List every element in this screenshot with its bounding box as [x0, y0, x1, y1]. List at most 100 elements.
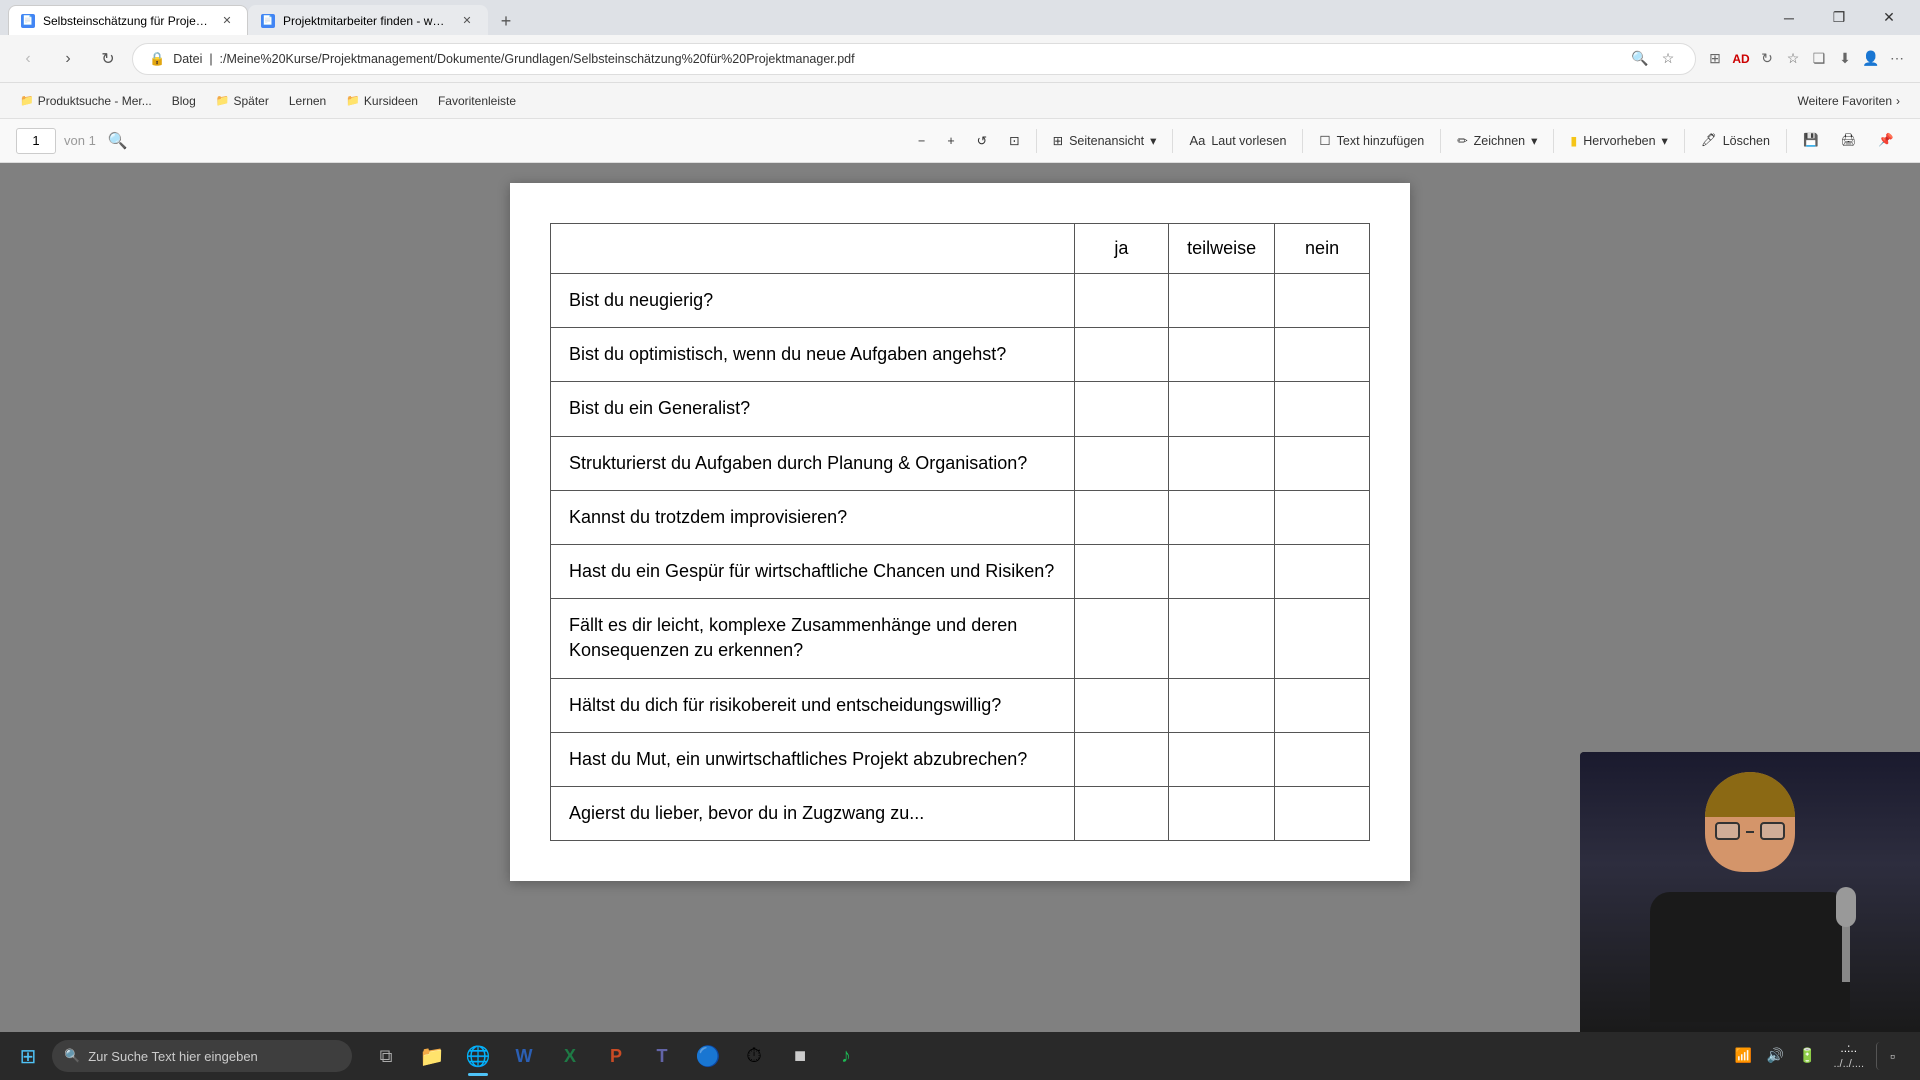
- search-placeholder: Zur Suche Text hier eingeben: [88, 1049, 258, 1064]
- tab-close-2[interactable]: ✕: [459, 13, 475, 29]
- question-cell: Bist du optimistisch, wenn du neue Aufga…: [551, 328, 1075, 382]
- download-icon[interactable]: ⬇: [1834, 48, 1856, 70]
- bookmark-weitere[interactable]: Weitere Favoriten ›: [1790, 88, 1908, 114]
- tray-battery[interactable]: 🔋: [1793, 1042, 1821, 1070]
- taskbar-app-clock[interactable]: ⏱: [732, 1034, 776, 1078]
- pdf-save-button[interactable]: 💾: [1793, 126, 1829, 156]
- pdf-zoom-plus-button[interactable]: +: [937, 126, 964, 156]
- clock-display[interactable]: ..:.. ../../....: [1825, 1037, 1872, 1075]
- taskbar-app-unknown1[interactable]: ■: [778, 1034, 822, 1078]
- pdf-highlight-button[interactable]: ▮ Hervorheben ▾: [1560, 126, 1677, 156]
- pdf-rotate-button[interactable]: ↺: [967, 126, 997, 156]
- pdf-add-text-label: Text hinzufügen: [1337, 134, 1425, 148]
- pdf-divider-5: [1553, 129, 1554, 153]
- pdf-fit-button[interactable]: ⊡: [999, 126, 1029, 156]
- pdf-divider-7: [1786, 129, 1787, 153]
- answer-teilweise: [1169, 274, 1275, 328]
- mic-head: [1836, 887, 1856, 927]
- quiz-table: ja teilweise nein Bist du neugierig? Bis…: [550, 223, 1370, 841]
- collections-icon[interactable]: ❏: [1808, 48, 1830, 70]
- person-hair: [1705, 772, 1795, 817]
- bookmarks-bar: 📁 Produktsuche - Mer... Blog 📁 Später Le…: [0, 83, 1920, 119]
- answer-nein: [1275, 544, 1370, 598]
- table-row: Agierst du lieber, bevor du in Zugzwang …: [551, 786, 1370, 840]
- address-icons: 🔍 ☆: [1629, 48, 1679, 70]
- pdf-page-input[interactable]: [16, 128, 56, 154]
- close-button[interactable]: ✕: [1866, 2, 1912, 34]
- tab-active[interactable]: 📄 Selbsteinschätzung für Projektm... ✕: [8, 5, 248, 35]
- favorites-icon[interactable]: ☆: [1782, 48, 1804, 70]
- question-cell: Agierst du lieber, bevor du in Zugzwang …: [551, 786, 1075, 840]
- answer-teilweise: [1169, 436, 1275, 490]
- pdf-read-aloud-button[interactable]: Aa Laut vorlesen: [1179, 126, 1296, 156]
- pdf-draw-label: Zeichnen: [1474, 134, 1525, 148]
- add-tab-button[interactable]: +: [492, 7, 520, 35]
- taskbar-app-powerpoint[interactable]: P: [594, 1034, 638, 1078]
- bookmark-kursideen[interactable]: 📁 Kursideen: [338, 88, 426, 114]
- excel-icon: X: [564, 1046, 576, 1067]
- taskbar-search[interactable]: 🔍 Zur Suche Text hier eingeben: [52, 1040, 352, 1072]
- ad-block-icon[interactable]: AD: [1730, 48, 1752, 70]
- bookmark-label: Favoritenleiste: [438, 94, 516, 108]
- read-aloud-icon: Aa: [1189, 133, 1205, 148]
- taskbar-app-word[interactable]: W: [502, 1034, 546, 1078]
- search-icon[interactable]: 🔍: [1629, 48, 1651, 70]
- taskbar-app-teams[interactable]: T: [640, 1034, 684, 1078]
- browser-frame: 📄 Selbsteinschätzung für Projektm... ✕ 📄…: [0, 0, 1920, 1080]
- address-input[interactable]: 🔒 Datei | :/Meine%20Kurse/Projektmanagem…: [132, 43, 1696, 75]
- start-button[interactable]: ⊞: [8, 1036, 48, 1076]
- pdf-read-aloud-label: Laut vorlesen: [1211, 134, 1286, 148]
- answer-ja: [1074, 678, 1168, 732]
- taskbar-app-explorer[interactable]: 📁: [410, 1034, 454, 1078]
- answer-teilweise: [1169, 490, 1275, 544]
- bookmark-icon: 📁: [20, 94, 34, 107]
- profile-icon[interactable]: 👤: [1860, 48, 1882, 70]
- tray-volume[interactable]: 🔊: [1761, 1042, 1789, 1070]
- pdf-delete-button[interactable]: 🖊 Löschen: [1691, 126, 1780, 156]
- show-desktop-button[interactable]: ▫: [1876, 1042, 1904, 1070]
- taskbar-app-taskview[interactable]: ⧉: [364, 1034, 408, 1078]
- bookmark-icon: 📁: [346, 94, 360, 107]
- table-row: Bist du optimistisch, wenn du neue Aufga…: [551, 328, 1370, 382]
- pdf-divider-3: [1302, 129, 1303, 153]
- tab-inactive[interactable]: 📄 Projektmitarbeiter finden - was ... ✕: [248, 5, 488, 35]
- back-button[interactable]: ‹: [12, 43, 44, 75]
- taskbar-app-chrome[interactable]: 🔵: [686, 1034, 730, 1078]
- answer-teilweise: [1169, 328, 1275, 382]
- table-header-question: [551, 224, 1075, 274]
- tray-network[interactable]: 📶: [1729, 1042, 1757, 1070]
- pdf-print-button[interactable]: 🖨: [1831, 126, 1867, 156]
- table-row: Hältst du dich für risikobereit und ents…: [551, 678, 1370, 732]
- pdf-add-text-button[interactable]: ☐ Text hinzufügen: [1309, 126, 1434, 156]
- taskbar-app-edge[interactable]: 🌐: [456, 1034, 500, 1078]
- bookmark-blog[interactable]: Blog: [164, 88, 204, 114]
- tab-close-1[interactable]: ✕: [219, 13, 235, 29]
- bookmark-produktsuche[interactable]: 📁 Produktsuche - Mer...: [12, 88, 160, 114]
- minimize-button[interactable]: ─: [1766, 2, 1812, 34]
- bookmark-label: Lernen: [289, 94, 326, 108]
- bookmark-spaeter[interactable]: 📁 Später: [208, 88, 277, 114]
- person-glasses: [1715, 822, 1785, 842]
- sync-icon[interactable]: ↻: [1756, 48, 1778, 70]
- chevron-down-icon-hl: ▾: [1662, 133, 1668, 148]
- menu-icon[interactable]: ⋯: [1886, 48, 1908, 70]
- refresh-button[interactable]: ↻: [92, 43, 124, 75]
- bookmark-lernen[interactable]: Lernen: [281, 88, 334, 114]
- question-cell: Fällt es dir leicht, komplexe Zusammenhä…: [551, 599, 1075, 678]
- table-header-nein: nein: [1275, 224, 1370, 274]
- pdf-page-view-button[interactable]: ⊞ Seitenansicht ▾: [1043, 126, 1167, 156]
- pdf-zoom-minus-button[interactable]: −: [908, 126, 935, 156]
- person-head: [1705, 772, 1795, 872]
- bookmark-favoritenleiste[interactable]: Favoritenleiste: [430, 88, 524, 114]
- pdf-draw-button[interactable]: ✏ Zeichnen ▾: [1447, 126, 1547, 156]
- pdf-pin-button[interactable]: 📌: [1868, 126, 1904, 156]
- taskbar-app-excel[interactable]: X: [548, 1034, 592, 1078]
- answer-nein: [1275, 274, 1370, 328]
- pdf-search-icon[interactable]: 🔍: [104, 127, 132, 155]
- restore-button[interactable]: ❐: [1816, 2, 1862, 34]
- star-icon[interactable]: ☆: [1657, 48, 1679, 70]
- taskbar-app-spotify[interactable]: ♪: [824, 1034, 868, 1078]
- extensions-icon[interactable]: ⊞: [1704, 48, 1726, 70]
- answer-teilweise: [1169, 382, 1275, 436]
- forward-button[interactable]: ›: [52, 43, 84, 75]
